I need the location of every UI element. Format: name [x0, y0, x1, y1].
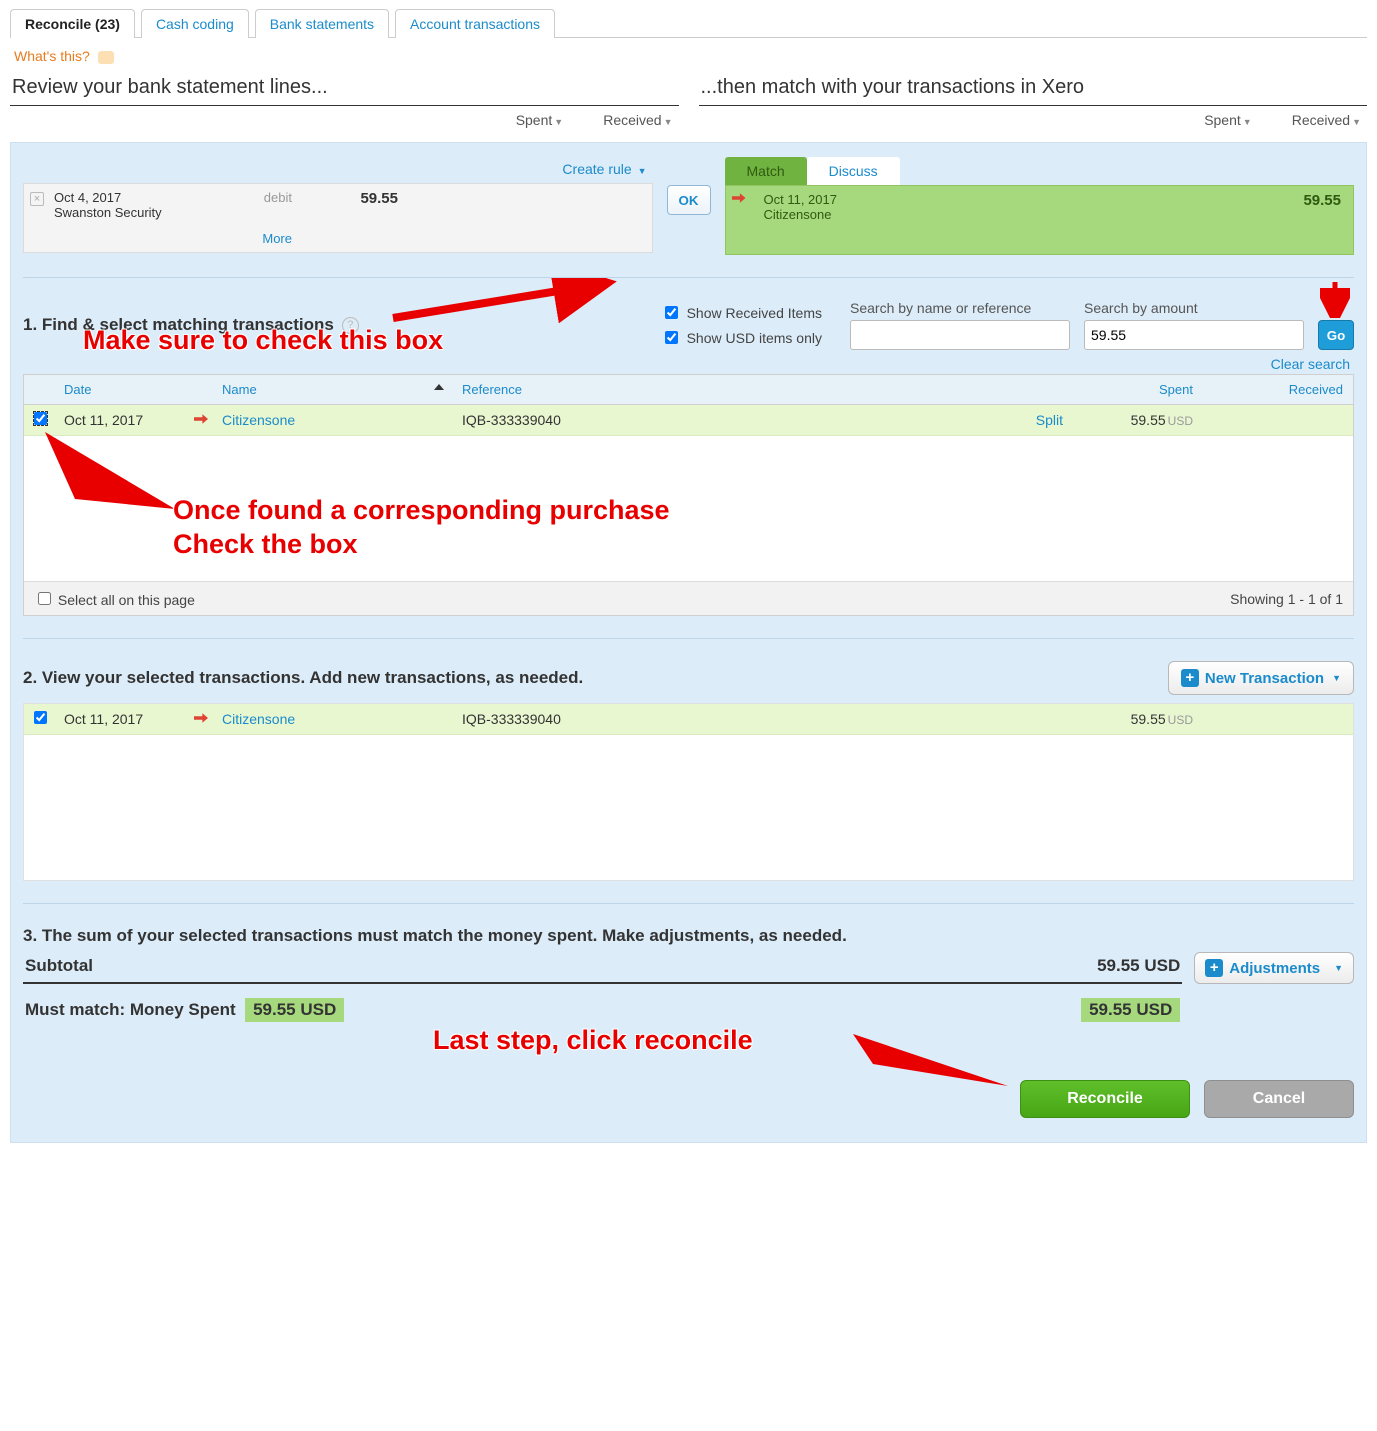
row-reference: IQB-333339040: [452, 405, 993, 435]
stmt-type: debit: [264, 190, 292, 205]
main-tabs: Reconcile (23) Cash coding Bank statemen…: [10, 8, 1367, 38]
adjustments-button[interactable]: + Adjustments ▼: [1194, 952, 1354, 984]
row-checkbox[interactable]: [34, 412, 47, 425]
right-received-sort[interactable]: Received▼: [1292, 112, 1361, 128]
discuss-tab[interactable]: Discuss: [807, 157, 900, 185]
review-left-title: Review your bank statement lines...: [10, 74, 679, 106]
match-name: Citizensone: [764, 207, 1216, 222]
show-usd-checkbox[interactable]: [665, 331, 678, 344]
main-panel: Create rule ▼ × Oct 4, 2017 Swanston Sec…: [10, 142, 1367, 1143]
row-name-link[interactable]: Citizensone: [222, 412, 295, 428]
table-row[interactable]: Oct 11, 2017 Citizensone IQB-333339040 S…: [24, 405, 1353, 436]
must-match-label: Must match: Money Spent: [25, 1000, 236, 1019]
stmt-date: Oct 4, 2017: [54, 190, 288, 205]
review-right-title: ...then match with your transactions in …: [699, 74, 1368, 106]
clear-search-link[interactable]: Clear search: [1271, 356, 1350, 372]
row-spent: 59.55: [1131, 412, 1166, 428]
stmt-amount: 59.55: [296, 184, 406, 252]
tab-bank-statements[interactable]: Bank statements: [255, 9, 389, 38]
row-spent: 59.55: [1131, 711, 1166, 727]
chat-icon: [98, 51, 114, 64]
search-name-input[interactable]: [850, 320, 1070, 350]
row-name-link[interactable]: Citizensone: [222, 711, 295, 727]
stmt-more-link[interactable]: More: [262, 231, 292, 246]
col-spent[interactable]: Spent: [1073, 375, 1203, 404]
plus-icon: +: [1181, 669, 1199, 687]
left-spent-sort[interactable]: Spent▼: [516, 112, 564, 128]
row-date: Oct 11, 2017: [54, 405, 184, 435]
expense-arrow-icon: [194, 413, 208, 425]
search-amount-label: Search by amount: [1084, 300, 1304, 316]
dismiss-line-icon[interactable]: ×: [30, 192, 44, 206]
sort-asc-icon: [434, 384, 444, 390]
plus-icon: +: [1205, 959, 1223, 977]
sec3-title: 3. The sum of your selected transactions…: [23, 926, 1182, 946]
bank-statement-line[interactable]: × Oct 4, 2017 Swanston Security debit Mo…: [23, 183, 653, 253]
whats-this-text: What's this?: [14, 48, 90, 64]
expense-arrow-icon: [194, 712, 208, 724]
col-date[interactable]: Date: [54, 375, 184, 404]
match-date: Oct 11, 2017: [764, 192, 1216, 207]
left-received-sort[interactable]: Received▼: [603, 112, 672, 128]
subtotal-label: Subtotal: [25, 956, 93, 976]
col-received[interactable]: Received: [1203, 375, 1353, 404]
go-button[interactable]: Go: [1318, 320, 1354, 350]
annotation-3: Last step, click reconcile: [433, 1024, 753, 1058]
tab-account-transactions[interactable]: Account transactions: [395, 9, 555, 38]
match-tab[interactable]: Match: [725, 157, 807, 185]
table-header: Date Name Reference Spent Received: [24, 375, 1353, 405]
subtotal-value: 59.55 USD: [1097, 956, 1180, 976]
ok-button[interactable]: OK: [667, 185, 711, 215]
row-currency: USD: [1168, 414, 1193, 428]
select-all-checkbox[interactable]: [38, 592, 51, 605]
whats-this-link[interactable]: What's this?: [10, 38, 1367, 74]
sec2-title: 2. View your selected transactions. Add …: [23, 668, 583, 688]
tab-reconcile[interactable]: Reconcile (23): [10, 9, 135, 38]
match-amount: 59.55: [1223, 186, 1353, 254]
new-transaction-button[interactable]: + New Transaction ▼: [1168, 661, 1354, 695]
annotation-arrow-go: [1320, 280, 1350, 318]
show-received-label[interactable]: Show Received Items: [661, 303, 822, 322]
reconcile-button[interactable]: Reconcile: [1020, 1080, 1190, 1118]
select-all-label[interactable]: Select all on this page: [34, 589, 195, 608]
cancel-button[interactable]: Cancel: [1204, 1080, 1354, 1118]
split-link[interactable]: Split: [1036, 412, 1063, 428]
row-checkbox[interactable]: [34, 711, 47, 724]
review-header: Review your bank statement lines... Spen…: [10, 74, 1367, 134]
stmt-payee: Swanston Security: [54, 205, 288, 220]
must-match-badge-right: 59.55 USD: [1081, 998, 1180, 1022]
col-name[interactable]: Name: [212, 375, 452, 404]
expense-arrow-icon: [732, 192, 746, 204]
row-currency: USD: [1168, 713, 1193, 727]
selected-transactions-table: Oct 11, 2017 Citizensone IQB-333339040 5…: [23, 703, 1354, 881]
annotation-2: Once found a corresponding purchase Chec…: [173, 494, 670, 562]
tab-cash-coding[interactable]: Cash coding: [141, 9, 249, 38]
annotation-1: Make sure to check this box: [83, 324, 443, 358]
must-match-badge-left: 59.55 USD: [245, 998, 344, 1022]
search-amount-input[interactable]: [1084, 320, 1304, 350]
col-reference[interactable]: Reference: [452, 375, 993, 404]
right-spent-sort[interactable]: Spent▼: [1204, 112, 1252, 128]
create-rule-link[interactable]: Create rule ▼: [562, 161, 646, 177]
row-reference: IQB-333339040: [452, 704, 993, 734]
search-name-label: Search by name or reference: [850, 300, 1070, 316]
show-usd-label[interactable]: Show USD items only: [661, 328, 822, 347]
table-row[interactable]: Oct 11, 2017 Citizensone IQB-333339040 5…: [24, 704, 1353, 735]
matched-transaction[interactable]: Oct 11, 2017 Citizensone 59.55: [725, 185, 1355, 255]
show-received-checkbox[interactable]: [665, 306, 678, 319]
row-date: Oct 11, 2017: [54, 704, 184, 734]
showing-text: Showing 1 - 1 of 1: [1230, 591, 1343, 607]
